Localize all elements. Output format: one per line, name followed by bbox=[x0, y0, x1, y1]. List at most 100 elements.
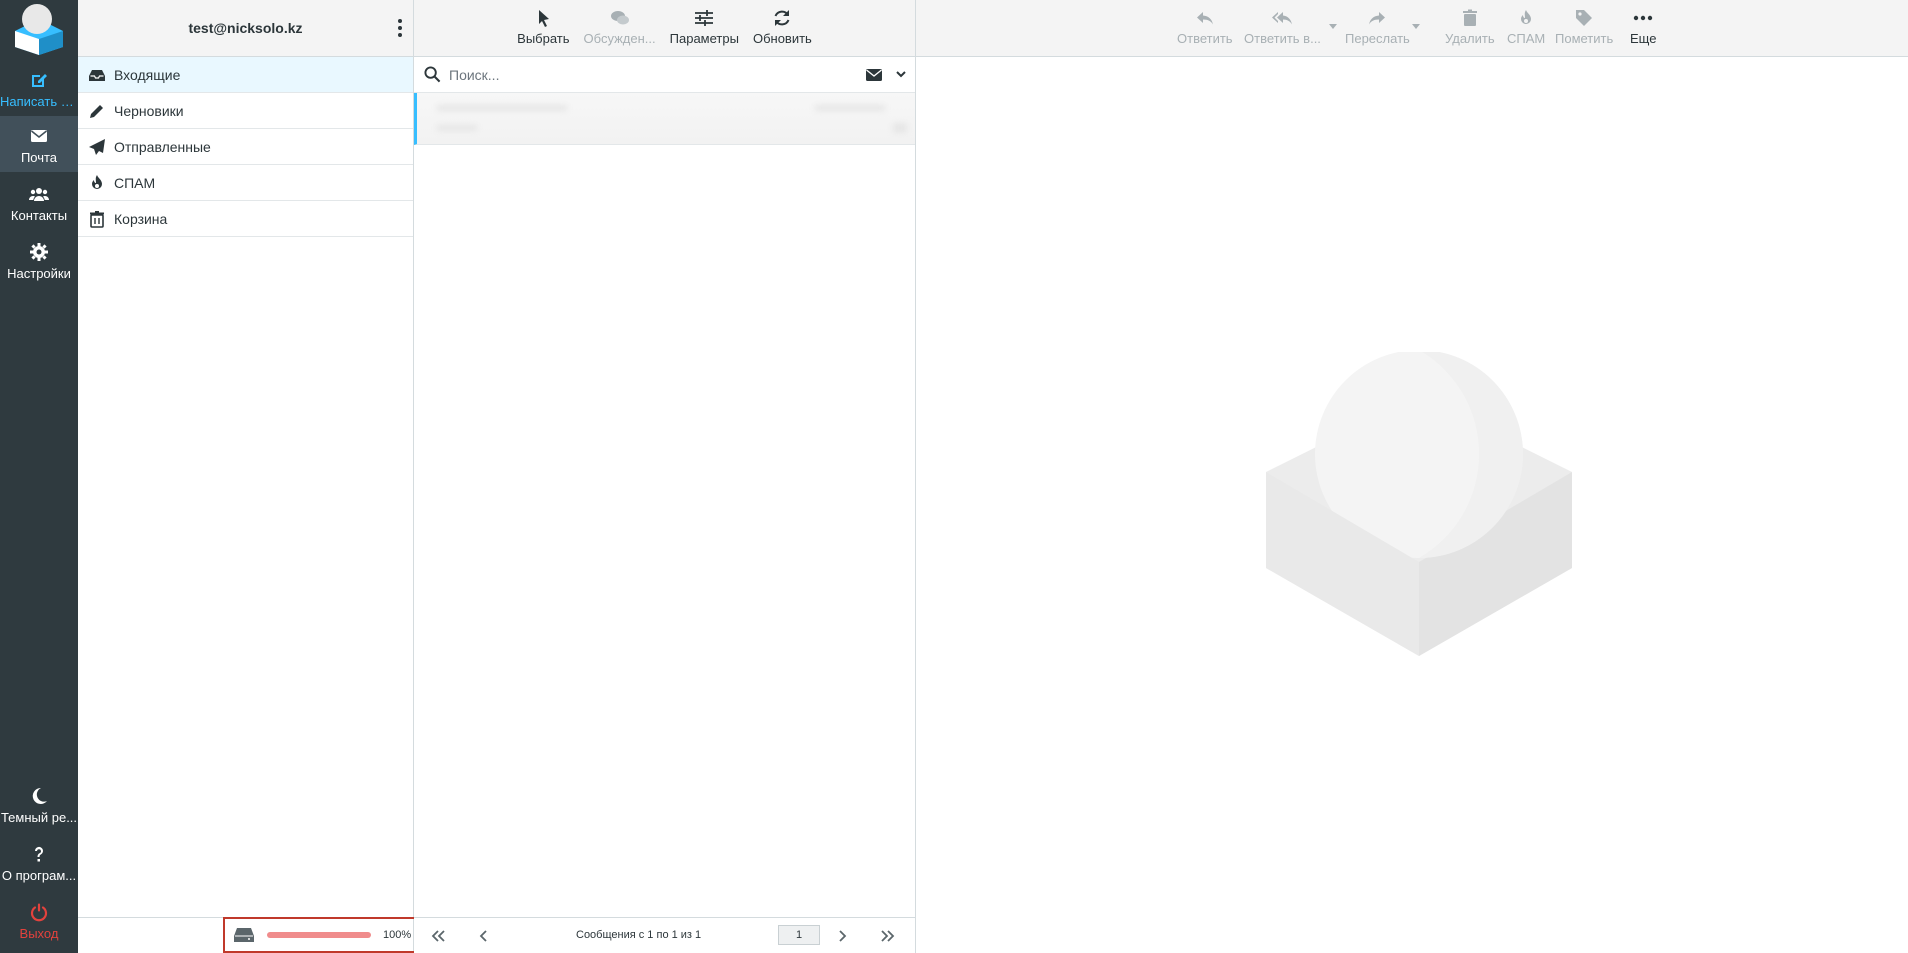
trash-icon bbox=[1462, 9, 1477, 26]
settings-label: Настройки bbox=[7, 266, 71, 281]
reply-all-icon bbox=[1272, 12, 1293, 25]
logout-label: Выход bbox=[19, 926, 59, 941]
power-icon bbox=[30, 903, 48, 922]
envelope-icon bbox=[31, 130, 47, 142]
paper-plane-icon bbox=[89, 138, 105, 155]
sliders-icon bbox=[695, 10, 714, 26]
folder-panel: test@nicksolo.kz Входящие Черновики Отпр… bbox=[78, 0, 427, 953]
reply-icon bbox=[1196, 12, 1213, 25]
inbox-icon bbox=[89, 69, 105, 81]
list-toolbar: Выбрать Обсужден... Параметры Обновить bbox=[414, 0, 915, 57]
roundcube-watermark-icon bbox=[1266, 352, 1572, 656]
users-icon bbox=[29, 188, 49, 201]
folder-label: Входящие bbox=[114, 66, 181, 83]
about-label: О програм... bbox=[1, 868, 77, 883]
message-list-panel: Выбрать Обсужден... Параметры Обновить С… bbox=[414, 0, 916, 953]
folder-label: Корзина bbox=[114, 210, 168, 227]
delete-button[interactable]: Удалить bbox=[1445, 8, 1495, 46]
message-from-placeholder bbox=[437, 105, 567, 111]
more-label: Еще bbox=[1630, 31, 1657, 46]
reply-all-button[interactable]: Ответить в... bbox=[1244, 8, 1321, 46]
spam-label: СПАМ bbox=[1507, 31, 1546, 46]
delete-label: Удалить bbox=[1445, 31, 1495, 46]
prev-page-icon[interactable] bbox=[476, 928, 492, 944]
options-label: Параметры bbox=[669, 31, 739, 46]
fire-icon bbox=[92, 174, 102, 189]
reply-all-dropdown-icon[interactable] bbox=[1329, 24, 1337, 30]
settings-button[interactable]: Настройки bbox=[0, 232, 78, 288]
message-size-placeholder bbox=[893, 123, 907, 133]
search-bar bbox=[414, 57, 915, 93]
message-date-placeholder bbox=[815, 105, 885, 111]
account-email: test@nicksolo.kz bbox=[188, 20, 303, 36]
logout-button[interactable]: Выход bbox=[0, 892, 78, 948]
select-label: Выбрать bbox=[517, 31, 570, 46]
pencil-icon bbox=[90, 104, 103, 118]
forward-label: Переслать bbox=[1345, 31, 1410, 46]
folder-label: СПАМ bbox=[114, 174, 156, 191]
quota-bar bbox=[267, 932, 371, 938]
folder-inbox[interactable]: Входящие bbox=[78, 57, 413, 93]
mark-label: Пометить bbox=[1555, 31, 1614, 46]
select-button[interactable]: Выбрать bbox=[517, 8, 570, 46]
refresh-icon bbox=[774, 10, 790, 26]
reply-button[interactable]: Ответить bbox=[1177, 8, 1233, 46]
chevron-down-icon[interactable] bbox=[895, 68, 907, 80]
compose-label: Написать с... bbox=[0, 94, 78, 109]
contacts-button[interactable]: Контакты bbox=[0, 174, 78, 230]
account-header: test@nicksolo.kz bbox=[78, 0, 413, 57]
spam-button[interactable]: СПАМ bbox=[1507, 8, 1545, 46]
roundcube-logo[interactable] bbox=[11, 3, 67, 55]
cursor-icon bbox=[539, 10, 550, 27]
about-button[interactable]: О програм... bbox=[0, 834, 78, 890]
more-button[interactable]: Еще bbox=[1630, 8, 1656, 46]
folder-sent[interactable]: Отправленные bbox=[78, 129, 413, 165]
folder-trash[interactable]: Корзина bbox=[78, 201, 413, 237]
envelope-icon[interactable] bbox=[865, 67, 883, 83]
hard-drive-icon bbox=[234, 928, 254, 942]
quota-percent: 100% bbox=[383, 929, 412, 941]
compose-icon bbox=[32, 74, 47, 87]
forward-button[interactable]: Переслать bbox=[1345, 8, 1410, 46]
last-page-icon[interactable] bbox=[880, 928, 896, 944]
trash-icon bbox=[90, 210, 104, 228]
taskmenu: Написать с... Почта Контакты Настройки Т… bbox=[0, 0, 78, 953]
search-input[interactable] bbox=[449, 66, 829, 83]
more-dots-icon bbox=[1634, 15, 1653, 21]
folder-label: Черновики bbox=[114, 102, 184, 119]
folder-spam[interactable]: СПАМ bbox=[78, 165, 413, 201]
refresh-button[interactable]: Обновить bbox=[753, 8, 812, 46]
fire-icon bbox=[1521, 10, 1532, 24]
message-row[interactable] bbox=[414, 93, 915, 145]
quota-display[interactable]: 100% bbox=[223, 917, 427, 953]
options-button[interactable]: Параметры bbox=[670, 8, 739, 46]
compose-button[interactable]: Написать с... bbox=[0, 60, 78, 116]
gear-icon bbox=[30, 243, 48, 261]
dark-mode-button[interactable]: Темный ре... bbox=[0, 776, 78, 832]
reply-label: Ответить bbox=[1177, 31, 1233, 46]
search-icon[interactable] bbox=[424, 66, 441, 83]
folder-drafts[interactable]: Черновики bbox=[78, 93, 413, 129]
message-content-panel: Ответить Ответить в... Переслать Удалить… bbox=[916, 0, 1908, 953]
dark-mode-label: Темный ре... bbox=[0, 810, 78, 825]
threads-button[interactable]: Обсужден... bbox=[584, 8, 656, 46]
mail-label: Почта bbox=[20, 150, 58, 165]
message-toolbar: Ответить Ответить в... Переслать Удалить… bbox=[916, 0, 1908, 57]
tag-icon bbox=[1576, 10, 1593, 26]
refresh-label: Обновить bbox=[752, 31, 812, 46]
threads-label: Обсужден... bbox=[583, 31, 656, 46]
mark-button[interactable]: Пометить bbox=[1555, 8, 1613, 46]
question-icon bbox=[34, 846, 43, 862]
vertical-dots-icon[interactable] bbox=[397, 18, 403, 38]
folder-label: Отправленные bbox=[114, 138, 211, 155]
next-page-icon[interactable] bbox=[834, 928, 850, 944]
message-count: Сообщения с 1 по 1 из 1 bbox=[576, 929, 702, 941]
pagination: Сообщения с 1 по 1 из 1 1 bbox=[414, 917, 916, 953]
mail-button[interactable]: Почта bbox=[0, 116, 78, 172]
forward-icon bbox=[1369, 12, 1386, 25]
forward-dropdown-icon[interactable] bbox=[1412, 24, 1420, 30]
contacts-label: Контакты bbox=[10, 208, 68, 223]
page-number-input[interactable]: 1 bbox=[778, 925, 820, 945]
first-page-icon[interactable] bbox=[430, 928, 446, 944]
comments-icon bbox=[610, 11, 629, 25]
